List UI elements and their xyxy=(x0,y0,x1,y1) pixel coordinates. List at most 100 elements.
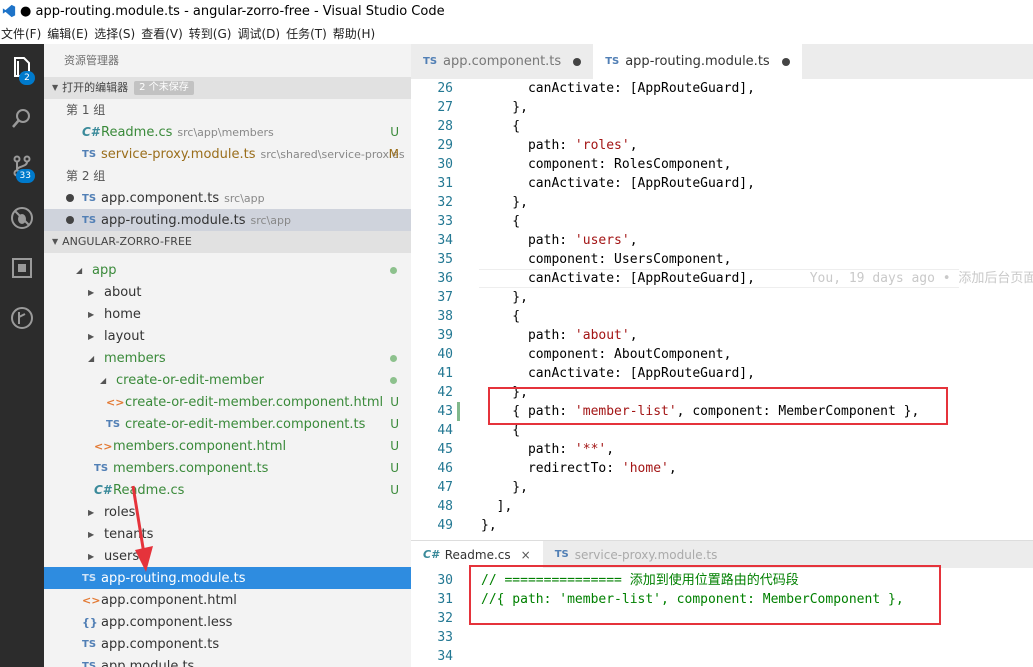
menu-view[interactable]: 查看(V) xyxy=(141,25,189,42)
unsaved-dot-icon[interactable] xyxy=(781,57,790,66)
code-line[interactable]: 32 }, xyxy=(411,193,1033,212)
line-code[interactable]: canActivate: [AppRouteGuard], You, 19 da… xyxy=(481,269,1033,288)
search-activity[interactable] xyxy=(0,94,44,142)
code-line[interactable]: 37 }, xyxy=(411,288,1033,307)
code-line[interactable]: 46 redirectTo: 'home', xyxy=(411,459,1033,478)
tree-folder-members[interactable]: ◢ members xyxy=(44,347,411,369)
code-line[interactable]: 34 path: 'users', xyxy=(411,231,1033,250)
tab-app-routing[interactable]: TS app-routing.module.ts xyxy=(593,44,802,79)
tree-file-app-less[interactable]: {} app.component.less xyxy=(44,611,411,633)
menu-selection[interactable]: 选择(S) xyxy=(94,25,141,42)
tree-folder-about[interactable]: ▶ about xyxy=(44,281,411,303)
code-line[interactable]: 29 path: 'roles', xyxy=(411,136,1033,155)
code-line[interactable]: 26 canActivate: [AppRouteGuard], xyxy=(411,79,1033,98)
menu-go[interactable]: 转到(G) xyxy=(189,25,238,42)
code-line[interactable]: 40 component: AboutComponent, xyxy=(411,345,1033,364)
tree-file-readme[interactable]: C# Readme.cs U xyxy=(44,479,411,501)
code-line[interactable]: 48 ], xyxy=(411,497,1033,516)
tree-folder-home[interactable]: ▶ home xyxy=(44,303,411,325)
tree-file-members-ts[interactable]: TS members.component.ts U xyxy=(44,457,411,479)
line-code[interactable]: canActivate: [AppRouteGuard], xyxy=(481,174,755,193)
tree-folder-roles[interactable]: ▶ roles xyxy=(44,501,411,523)
menu-file[interactable]: 文件(F) xyxy=(0,25,47,42)
line-code[interactable]: canActivate: [AppRouteGuard], xyxy=(481,364,755,383)
menu-help[interactable]: 帮助(H) xyxy=(333,25,381,42)
menu-edit[interactable]: 编辑(E) xyxy=(47,25,94,42)
line-code[interactable]: redirectTo: 'home', xyxy=(481,459,677,478)
scm-activity[interactable]: 33 xyxy=(0,142,44,190)
line-code[interactable]: path: 'users', xyxy=(481,231,638,250)
extensions-icon xyxy=(12,258,32,278)
line-code[interactable]: ], xyxy=(481,497,513,516)
git-status: U xyxy=(390,417,399,431)
line-code[interactable]: path: 'about', xyxy=(481,326,638,345)
code-line[interactable]: 31 canActivate: [AppRouteGuard], xyxy=(411,174,1033,193)
line-code[interactable]: component: RolesComponent, xyxy=(481,155,732,174)
git-graph-activity[interactable] xyxy=(0,294,44,342)
unsaved-dot-icon[interactable] xyxy=(66,194,74,202)
tab-service-proxy[interactable]: TS service-proxy.module.ts xyxy=(543,541,730,568)
tree-file-coe-ts[interactable]: TS create-or-edit-member.component.ts U xyxy=(44,413,411,435)
line-code[interactable]: component: AboutComponent, xyxy=(481,345,732,364)
line-code[interactable]: component: UsersComponent, xyxy=(481,250,732,269)
tree-file-app-html[interactable]: <> app.component.html xyxy=(44,589,411,611)
tab-app-component[interactable]: TS app.component.ts xyxy=(411,44,593,79)
code-line[interactable]: 34 xyxy=(411,647,1033,666)
code-line[interactable]: 45 path: '**', xyxy=(411,440,1033,459)
line-code[interactable]: }, xyxy=(481,516,497,535)
code-line[interactable]: 33 { xyxy=(411,212,1033,231)
line-code[interactable]: canActivate: [AppRouteGuard], xyxy=(481,79,755,98)
open-editor-readme[interactable]: C# Readme.cs src\app\members U xyxy=(44,121,411,143)
line-code[interactable]: { xyxy=(481,117,520,136)
code-line[interactable]: 30 component: RolesComponent, xyxy=(411,155,1033,174)
code-line[interactable]: 28 { xyxy=(411,117,1033,136)
line-code[interactable]: }, xyxy=(481,478,528,497)
open-editors-header[interactable]: ▼ 打开的编辑器 2 个未保存 xyxy=(44,77,411,99)
tree-folder-users[interactable]: ▶ users xyxy=(44,545,411,567)
tab-readme[interactable]: C# Readme.cs × xyxy=(411,541,543,568)
tree-file-app-ts[interactable]: TS app.component.ts xyxy=(44,633,411,655)
code-line[interactable]: 36 canActivate: [AppRouteGuard], You, 19… xyxy=(411,269,1033,288)
code-line[interactable]: 41 canActivate: [AppRouteGuard], xyxy=(411,364,1033,383)
explorer-activity[interactable]: 2 xyxy=(0,44,44,92)
code-line[interactable]: 38 { xyxy=(411,307,1033,326)
code-line[interactable]: 27 }, xyxy=(411,98,1033,117)
debug-activity[interactable] xyxy=(0,194,44,242)
line-code[interactable]: path: 'roles', xyxy=(481,136,638,155)
tree-folder-create-or-edit-member[interactable]: ◢ create-or-edit-member xyxy=(44,369,411,391)
tree-folder-app[interactable]: ◢ app xyxy=(44,259,411,281)
code-line[interactable]: 47 }, xyxy=(411,478,1033,497)
line-code[interactable]: { xyxy=(481,212,520,231)
extensions-activity[interactable] xyxy=(0,244,44,292)
tree-file-members-html[interactable]: <> members.component.html U xyxy=(44,435,411,457)
tree-file-app-module[interactable]: TS app.module.ts xyxy=(44,655,411,667)
line-code[interactable]: }, xyxy=(481,98,528,117)
line-number: 45 xyxy=(437,442,453,457)
project-header[interactable]: ▼ ANGULAR-ZORRO-FREE xyxy=(44,231,411,253)
line-code[interactable]: { xyxy=(481,307,520,326)
tree-file-app-routing[interactable]: TS app-routing.module.ts xyxy=(44,567,411,589)
menu-debug[interactable]: 调试(D) xyxy=(237,25,286,42)
tree-folder-tenants[interactable]: ▶ tenants xyxy=(44,523,411,545)
code-area[interactable]: 26 canActivate: [AppRouteGuard], 27 }, 28 … xyxy=(411,79,1033,535)
unsaved-dot-icon[interactable] xyxy=(573,57,582,66)
open-editor-service-proxy[interactable]: TS service-proxy.module.ts src\shared\se… xyxy=(44,143,411,165)
line-code[interactable]: }, xyxy=(481,193,528,212)
explorer-sidebar: 资源管理器 ▼ 打开的编辑器 2 个未保存 第 1 组 C# Readme.cs… xyxy=(44,44,411,667)
project-label: ANGULAR-ZORRO-FREE xyxy=(62,235,192,248)
line-number: 28 xyxy=(437,119,453,134)
open-editor-app-component[interactable]: TS app.component.ts src\app xyxy=(44,187,411,209)
code-line[interactable]: 35 component: UsersComponent, xyxy=(411,250,1033,269)
line-code[interactable]: }, xyxy=(481,288,528,307)
open-editor-app-routing[interactable]: TS app-routing.module.ts src\app xyxy=(44,209,411,231)
code-line[interactable]: 39 path: 'about', xyxy=(411,326,1033,345)
line-number: 29 xyxy=(437,138,453,153)
unsaved-dot-icon[interactable] xyxy=(66,216,74,224)
code-line[interactable]: 33 xyxy=(411,628,1033,647)
tree-file-coe-html[interactable]: <> create-or-edit-member.component.html … xyxy=(44,391,411,413)
line-code[interactable]: path: '**', xyxy=(481,440,614,459)
menu-tasks[interactable]: 任务(T) xyxy=(286,25,333,42)
code-line[interactable]: 49}, xyxy=(411,516,1033,535)
close-icon[interactable]: × xyxy=(521,548,531,562)
tree-folder-layout[interactable]: ▶ layout xyxy=(44,325,411,347)
